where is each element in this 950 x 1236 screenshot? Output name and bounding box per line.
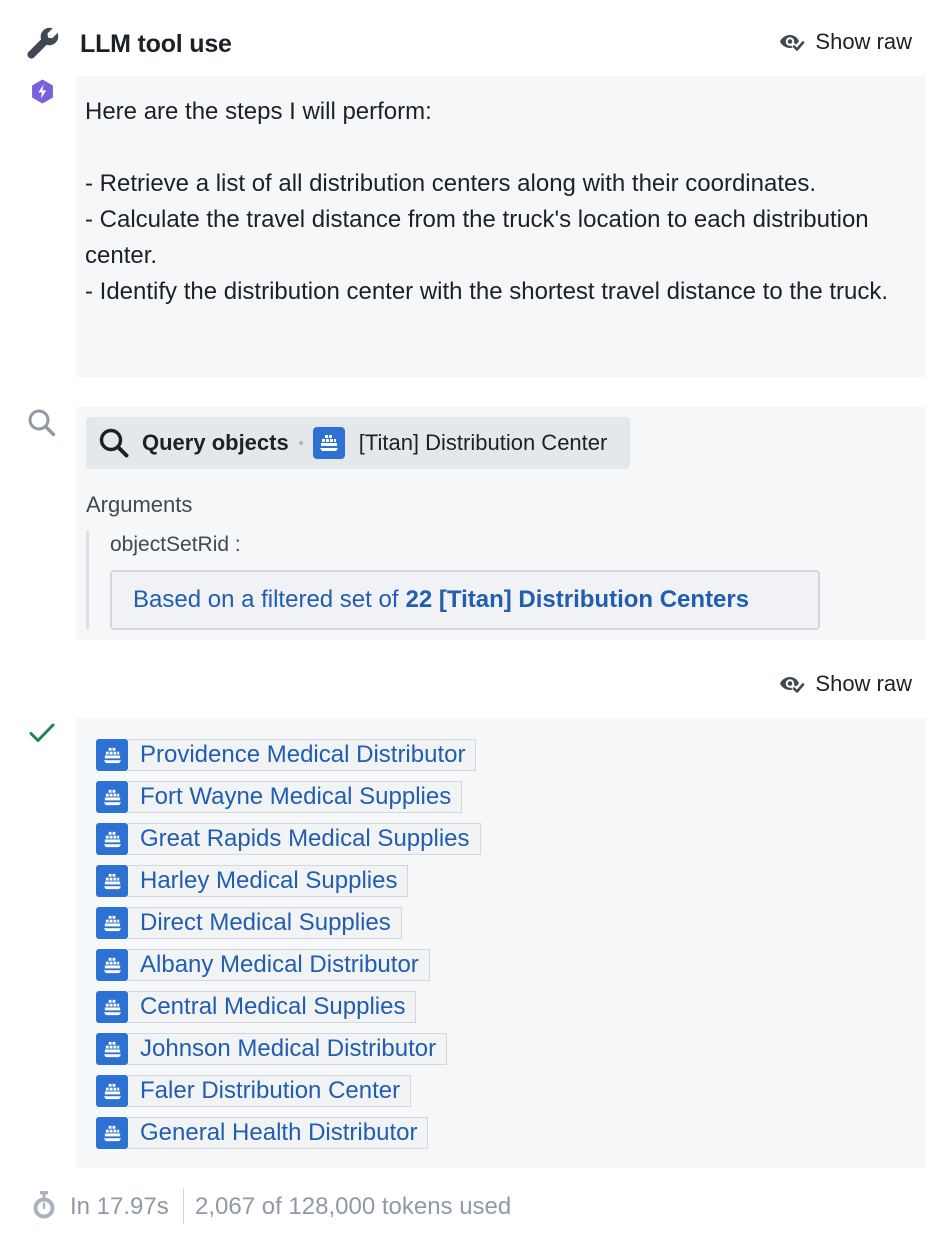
show-raw-button[interactable]: Show raw <box>779 28 912 56</box>
cube-icon <box>96 1117 128 1149</box>
arguments-label: Arguments <box>86 492 193 517</box>
thought-text: Here are the steps I will perform: - Ret… <box>85 98 889 305</box>
cube-icon <box>96 949 128 981</box>
stopwatch-icon <box>30 1190 58 1220</box>
cube-icon <box>96 823 128 855</box>
result-panel: Providence Medical Distributor Fort Wayne… <box>76 718 926 1168</box>
cube-icon <box>312 427 345 459</box>
result-object-name: Fort Wayne Medical Supplies <box>128 781 463 813</box>
tool-name: Query objects <box>142 430 289 455</box>
arguments-divider <box>86 531 89 629</box>
result-object-name: Providence Medical Distributor <box>128 739 477 771</box>
result-object-link[interactable]: Direct Medical Supplies <box>96 907 402 939</box>
result-object-name: General Health Distributor <box>128 1117 429 1149</box>
panel-title: LLM tool use <box>80 30 232 58</box>
eye-check-icon <box>779 32 805 52</box>
search-icon <box>26 407 58 439</box>
token-usage: 2,067 of 128,000 tokens used <box>195 1193 512 1220</box>
aip-logo-icon <box>29 78 56 105</box>
result-object-link[interactable]: Great Rapids Medical Supplies <box>96 823 481 855</box>
checkmark-icon <box>28 721 56 745</box>
object-set-link[interactable]: Based on a filtered set of 22 [Titan] Di… <box>110 570 820 630</box>
result-object-link[interactable]: Fort Wayne Medical Supplies <box>96 781 463 813</box>
eye-check-icon <box>779 674 805 694</box>
search-icon <box>98 427 130 459</box>
result-object-link[interactable]: Providence Medical Distributor <box>96 739 477 771</box>
argument-key: objectSetRid : <box>110 533 241 556</box>
show-raw-button[interactable]: Show raw <box>779 670 912 698</box>
argument-prefix: Based on a filtered set of <box>133 586 399 613</box>
result-object-name: Direct Medical Supplies <box>128 907 402 939</box>
elapsed-time: In 17.97s <box>70 1193 169 1220</box>
result-object-name: Johnson Medical Distributor <box>128 1033 448 1065</box>
cube-icon <box>96 739 128 771</box>
result-object-link[interactable]: Johnson Medical Distributor <box>96 1033 448 1065</box>
result-object-name: Great Rapids Medical Supplies <box>128 823 481 855</box>
tool-call-panel: Query objects [Titan] Distribution Cente… <box>76 407 926 640</box>
argument-link-text: 22 [Titan] Distribution Centers <box>405 586 750 613</box>
result-object-name: Central Medical Supplies <box>128 991 417 1023</box>
result-object-name: Albany Medical Distributor <box>128 949 430 981</box>
result-object-link[interactable]: Faler Distribution Center <box>96 1075 412 1107</box>
result-object-name: Harley Medical Supplies <box>128 865 409 897</box>
show-raw-label: Show raw <box>815 29 912 54</box>
result-object-link[interactable]: Harley Medical Supplies <box>96 865 409 897</box>
cube-icon <box>96 1033 128 1065</box>
result-object-name: Faler Distribution Center <box>128 1075 412 1107</box>
cube-icon <box>96 865 128 897</box>
result-object-link[interactable]: Albany Medical Distributor <box>96 949 430 981</box>
result-object-link[interactable]: General Health Distributor <box>96 1117 429 1149</box>
result-object-link[interactable]: Central Medical Supplies <box>96 991 417 1023</box>
cube-icon <box>96 781 128 813</box>
tool-call-header[interactable]: Query objects [Titan] Distribution Cente… <box>86 417 630 469</box>
thought-panel: Here are the steps I will perform: - Ret… <box>76 76 926 377</box>
cube-icon <box>96 991 128 1023</box>
footer-divider <box>183 1188 184 1224</box>
show-raw-label: Show raw <box>815 671 912 696</box>
cube-icon <box>96 907 128 939</box>
cube-icon <box>96 1075 128 1107</box>
separator-dot <box>298 441 303 445</box>
wrench-icon <box>26 26 60 60</box>
object-type-name: [Titan] Distribution Center <box>358 430 608 455</box>
